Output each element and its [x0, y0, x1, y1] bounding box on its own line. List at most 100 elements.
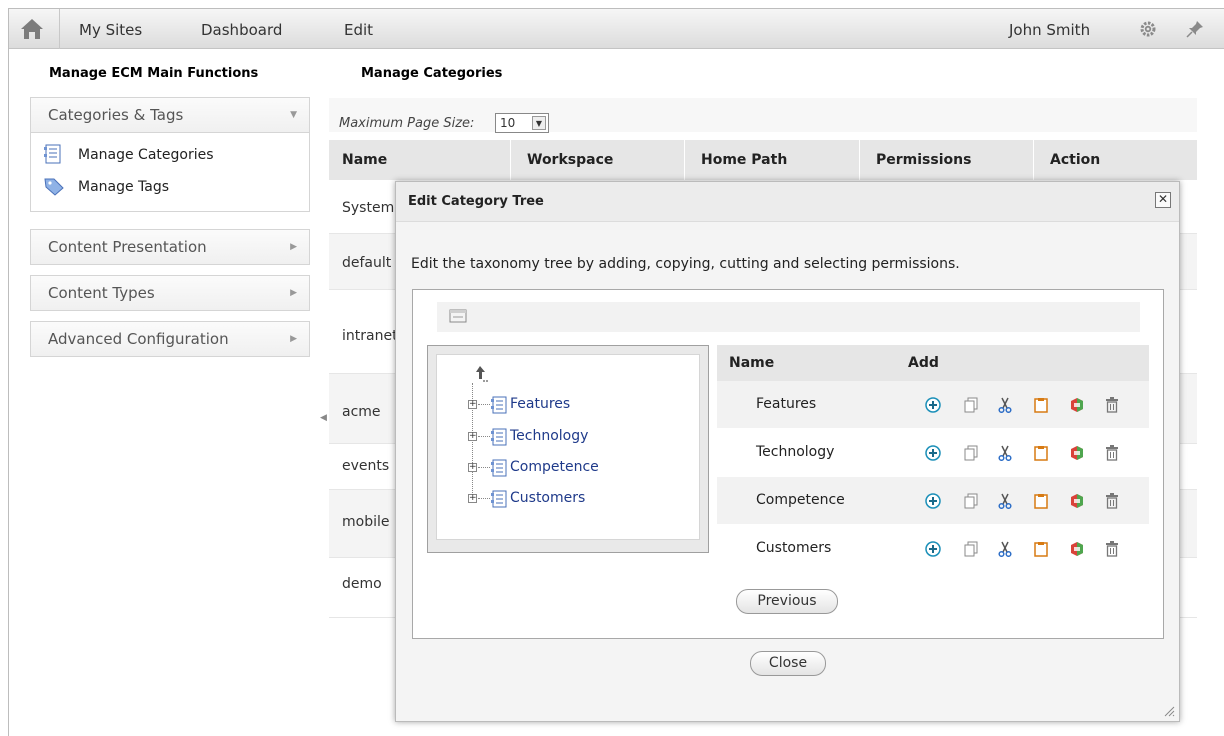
level-up-icon[interactable] — [475, 365, 491, 383]
add-icon[interactable] — [925, 445, 941, 461]
delete-icon[interactable] — [1105, 397, 1119, 413]
dashboard-link[interactable]: Dashboard — [201, 21, 282, 39]
tree-connector — [478, 467, 490, 468]
taxonomy-toolbar — [437, 302, 1140, 332]
panel-body: Manage Categories Manage Tags — [31, 132, 309, 211]
close-icon[interactable]: ✕ — [1155, 192, 1171, 208]
row-name: acme — [342, 404, 381, 420]
column-header-home-path: Home Path — [701, 152, 788, 168]
sidebar-item-label: Manage Categories — [78, 147, 214, 163]
expand-plus-icon[interactable]: + — [468, 432, 477, 441]
tag-icon — [44, 178, 64, 196]
panel-header-content-types[interactable]: Content Types ▶ — [31, 276, 309, 310]
expand-plus-icon[interactable]: + — [468, 494, 477, 503]
permission-icon[interactable] — [1069, 397, 1085, 413]
panel-content-presentation: Content Presentation ▶ — [30, 229, 310, 265]
chevron-right-icon: ▶ — [290, 288, 297, 298]
column-header-name: Name — [342, 152, 388, 168]
paste-icon[interactable] — [1033, 445, 1049, 461]
category-tree-panel: + Features + Technology + Competence + C… — [427, 345, 709, 553]
sidebar-item-manage-categories[interactable]: Manage Categories — [31, 139, 309, 171]
permission-icon[interactable] — [1069, 541, 1085, 557]
expand-plus-icon[interactable]: + — [468, 400, 477, 409]
cut-icon[interactable] — [997, 493, 1013, 509]
resize-handle-icon[interactable] — [1163, 705, 1175, 717]
row-name: default — [342, 255, 392, 271]
row-name: System — [342, 200, 395, 216]
column-header-permissions: Permissions — [876, 152, 972, 168]
top-navigation-bar: My Sites Dashboard Edit John Smith — [9, 9, 1224, 49]
copy-icon[interactable] — [963, 493, 979, 509]
copy-icon[interactable] — [963, 541, 979, 557]
panel-header-label: Content Presentation — [48, 238, 207, 256]
permission-icon[interactable] — [1069, 493, 1085, 509]
divider — [1033, 140, 1034, 180]
cut-icon[interactable] — [997, 397, 1013, 413]
tree-node-label[interactable]: Competence — [510, 459, 599, 475]
chevron-right-icon: ▶ — [290, 334, 297, 344]
taxonomy-row-customers: Customers — [717, 525, 1149, 573]
divider — [859, 140, 860, 180]
add-icon[interactable] — [925, 493, 941, 509]
home-icon[interactable] — [19, 17, 45, 41]
edit-link[interactable]: Edit — [344, 21, 373, 39]
delete-icon[interactable] — [1105, 541, 1119, 557]
permission-icon[interactable] — [1069, 445, 1085, 461]
previous-button[interactable]: Previous — [736, 589, 838, 614]
copy-icon[interactable] — [963, 445, 979, 461]
dropdown-arrow-icon: ▼ — [532, 116, 546, 130]
category-icon — [491, 459, 507, 477]
gear-icon[interactable] — [1139, 20, 1157, 38]
tree-node-label[interactable]: Customers — [510, 490, 585, 506]
paste-icon[interactable] — [1033, 493, 1049, 509]
paste-icon[interactable] — [1033, 541, 1049, 557]
page-size-label: Maximum Page Size: — [339, 116, 475, 131]
collapse-sidebar-icon[interactable]: ◀ — [320, 413, 327, 423]
category-icon — [491, 428, 507, 446]
tree-node-label[interactable]: Technology — [510, 428, 588, 444]
tree-node-label[interactable]: Features — [510, 396, 570, 412]
cut-icon[interactable] — [997, 541, 1013, 557]
taxonomy-row-name: Customers — [756, 540, 832, 556]
pin-icon[interactable] — [1185, 19, 1205, 39]
category-list-icon — [44, 144, 61, 164]
column-header-add: Add — [908, 355, 939, 371]
category-tree: + Features + Technology + Competence + C… — [436, 354, 700, 540]
dialog-header[interactable]: Edit Category Tree ✕ — [396, 182, 1179, 222]
cut-icon[interactable] — [997, 445, 1013, 461]
taxonomy-row-name: Competence — [756, 492, 845, 508]
add-icon[interactable] — [925, 397, 941, 413]
add-icon[interactable] — [925, 541, 941, 557]
panel-header-categories-tags[interactable]: Categories & Tags ▼ — [31, 98, 309, 132]
row-name: mobile — [342, 514, 390, 530]
sidebar-item-manage-tags[interactable]: Manage Tags — [31, 171, 309, 203]
taxonomy-row-name: Technology — [756, 444, 835, 460]
toolbar-panel-icon[interactable] — [449, 309, 467, 323]
taxonomy-row-technology: Technology — [717, 429, 1149, 477]
taxonomy-row-competence: Competence — [717, 477, 1149, 525]
page-size-select[interactable]: 10 ▼ — [495, 113, 549, 133]
tree-connector — [478, 436, 490, 437]
my-sites-link[interactable]: My Sites — [79, 21, 142, 39]
column-header-action: Action — [1050, 152, 1101, 168]
edit-category-tree-dialog: Edit Category Tree ✕ Edit the taxonomy t… — [395, 181, 1180, 722]
panel-header-advanced-configuration[interactable]: Advanced Configuration ▶ — [31, 322, 309, 356]
sidebar-title: Manage ECM Main Functions — [49, 66, 259, 81]
panel-header-content-presentation[interactable]: Content Presentation ▶ — [31, 230, 309, 264]
category-icon — [491, 396, 507, 414]
page-size-value: 10 — [500, 116, 516, 130]
dialog-title: Edit Category Tree — [408, 194, 544, 209]
delete-icon[interactable] — [1105, 493, 1119, 509]
user-name-link[interactable]: John Smith — [1009, 21, 1090, 39]
paste-icon[interactable] — [1033, 397, 1049, 413]
expand-plus-icon[interactable]: + — [468, 463, 477, 472]
row-name: intranet — [342, 328, 398, 344]
panel-header-label: Content Types — [48, 284, 155, 302]
copy-icon[interactable] — [963, 397, 979, 413]
tree-connector — [478, 404, 490, 405]
close-button[interactable]: Close — [750, 651, 826, 676]
taxonomy-row-name: Features — [756, 396, 817, 412]
panel-categories-tags: Categories & Tags ▼ Manage Categories Ma… — [30, 97, 310, 212]
column-header-workspace: Workspace — [527, 152, 614, 168]
delete-icon[interactable] — [1105, 445, 1119, 461]
